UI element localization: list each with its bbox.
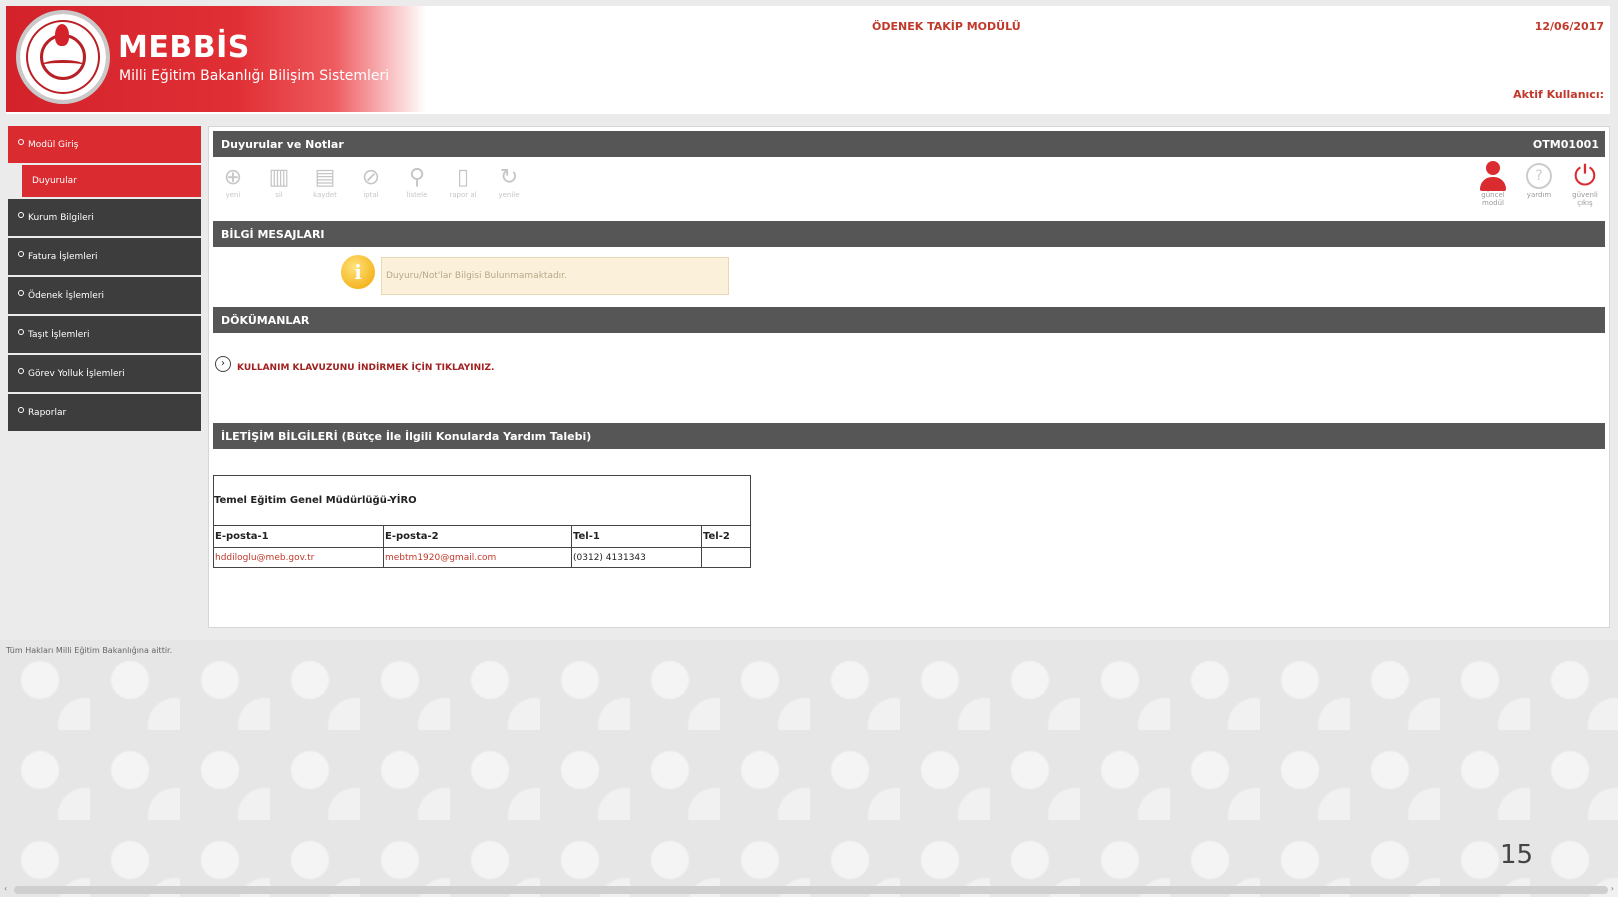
- sidebar: Modül Giriş Duyurular Kurum Bilgileri Fa…: [8, 126, 201, 433]
- help-button[interactable]: ? yardım: [1523, 161, 1555, 207]
- sidebar-item-odenek-islemleri[interactable]: Ödenek İşlemleri: [8, 277, 201, 314]
- bullet-icon: [18, 138, 24, 145]
- sidebar-item-modul-giris[interactable]: Modül Giriş: [8, 126, 201, 163]
- save-button[interactable]: ▤ kaydet: [311, 165, 339, 213]
- list-button[interactable]: ⚲ listele: [403, 165, 431, 213]
- email-1-link[interactable]: hddiloglu@meb.gov.tr: [213, 547, 384, 568]
- sidebar-item-tasit-islemleri[interactable]: Taşıt İşlemleri: [8, 316, 201, 353]
- toolbar-label: listele: [406, 191, 428, 199]
- contact-title: Temel Eğitim Genel Müdürlüğü-YİRO: [213, 475, 751, 526]
- header: MEBBİS Milli Eğitim Bakanlığı Bilişim Si…: [6, 6, 1610, 114]
- active-user-label: Aktif Kullanıcı:: [1513, 88, 1604, 101]
- bullet-icon: [18, 289, 24, 296]
- help-icon: ?: [1526, 163, 1552, 189]
- right-tool-label: güncel modül: [1481, 191, 1505, 207]
- sidebar-item-gorev-yolluk[interactable]: Görev Yolluk İşlemleri: [8, 355, 201, 392]
- manual-download-link[interactable]: › KULLANIM KLAVUZUNU İNDİRMEK İÇİN TIKLA…: [215, 355, 494, 373]
- brand-subtitle: Milli Eğitim Bakanlığı Bilişim Sistemler…: [119, 68, 390, 84]
- sidebar-item-label: Taşıt İşlemleri: [28, 329, 90, 340]
- user-module-button[interactable]: güncel modül: [1477, 161, 1509, 207]
- module-title: ÖDENEK TAKİP MODÜLÜ: [872, 20, 1021, 33]
- delete-icon: ▥: [268, 165, 290, 190]
- info-section-bar: BİLGİ MESAJLARI: [213, 221, 1605, 247]
- right-tool-label: güvenli çıkış: [1572, 191, 1598, 207]
- sidebar-item-label: Görev Yolluk İşlemleri: [28, 368, 125, 379]
- table-row: hddiloglu@meb.gov.tr mebtm1920@gmail.com…: [213, 547, 751, 568]
- contact-section-bar: İLETİŞİM BİLGİLERİ (Bütçe İle İlgili Kon…: [213, 423, 1605, 449]
- column-header: Tel-2: [701, 525, 751, 548]
- info-message: Duyuru/Not'lar Bilgisi Bulunmamaktadır.: [381, 257, 729, 295]
- phone-1: (0312) 4131343: [571, 547, 702, 568]
- sidebar-item-label: Ödenek İşlemleri: [28, 290, 105, 301]
- bullet-icon: [18, 328, 24, 335]
- background-pattern: [0, 640, 1618, 897]
- sidebar-item-label: Duyurular: [32, 176, 77, 186]
- main-panel: Duyurular ve Notlar OTM01001 ⊕ yeni ▥ si…: [208, 126, 1610, 628]
- toolbar: ⊕ yeni ▥ sil ▤ kaydet ⊘ iptal ⚲ listele …: [219, 165, 523, 213]
- logo-band: MEBBİS Milli Eğitim Bakanlığı Bilişim Si…: [6, 6, 426, 112]
- power-icon: ⏻: [1573, 159, 1597, 192]
- user-icon: [1480, 161, 1506, 191]
- sidebar-item-duyurular[interactable]: Duyurular: [22, 165, 201, 197]
- bullet-icon: [18, 211, 24, 218]
- right-tool-label: yardım: [1526, 191, 1552, 199]
- brand-title: MEBBİS: [118, 30, 250, 65]
- right-toolbar: güncel modül ? yardım ⏻ güvenli çıkış: [1477, 161, 1601, 207]
- column-header: Tel-1: [571, 525, 702, 548]
- scroll-right-arrow-icon[interactable]: ›: [1611, 884, 1614, 893]
- sidebar-item-label: Raporlar: [28, 407, 67, 418]
- save-icon: ▤: [314, 165, 336, 190]
- bullet-icon: [18, 250, 24, 257]
- phone-2: [701, 547, 751, 568]
- sidebar-item-kurum-bilgileri[interactable]: Kurum Bilgileri: [8, 199, 201, 236]
- panel-code: OTM01001: [1532, 137, 1599, 151]
- chevron-right-icon: ›: [215, 356, 231, 372]
- toolbar-label: iptal: [363, 191, 379, 199]
- ministry-seal-icon: [16, 10, 110, 104]
- new-button[interactable]: ⊕ yeni: [219, 165, 247, 213]
- manual-download-text: KULLANIM KLAVUZUNU İNDİRMEK İÇİN TIKLAYI…: [237, 363, 495, 373]
- add-icon: ⊕: [223, 165, 243, 190]
- toolbar-label: rapor al: [449, 191, 477, 199]
- panel-title: Duyurular ve Notlar: [221, 137, 344, 151]
- page-number: 15: [1500, 840, 1534, 870]
- report-button[interactable]: ▯ rapor al: [449, 165, 477, 213]
- report-icon: ▯: [456, 165, 470, 190]
- email-2-link[interactable]: mebtm1920@gmail.com: [383, 547, 572, 568]
- sidebar-item-label: Fatura İşlemleri: [28, 251, 98, 262]
- scroll-left-arrow-icon[interactable]: ‹: [4, 884, 7, 893]
- docs-section-bar: DÖKÜMANLAR: [213, 307, 1605, 333]
- sidebar-item-label: Modül Giriş: [28, 139, 79, 150]
- info-icon: i: [341, 255, 375, 289]
- toolbar-label: sil: [275, 191, 283, 199]
- toolbar-label: yeni: [225, 191, 241, 199]
- logout-button[interactable]: ⏻ güvenli çıkış: [1569, 159, 1601, 208]
- horizontal-scrollbar[interactable]: [14, 886, 1608, 894]
- toolbar-label: yenile: [498, 191, 520, 199]
- bullet-icon: [18, 406, 24, 413]
- delete-button[interactable]: ▥ sil: [265, 165, 293, 213]
- column-header: E-posta-1: [213, 525, 384, 548]
- column-header: E-posta-2: [383, 525, 572, 548]
- current-date: 12/06/2017: [1534, 20, 1604, 33]
- contact-table: Temel Eğitim Genel Müdürlüğü-YİRO E-post…: [213, 475, 751, 568]
- refresh-button[interactable]: ↻ yenile: [495, 165, 523, 213]
- panel-title-bar: Duyurular ve Notlar OTM01001: [213, 131, 1605, 157]
- search-icon: ⚲: [408, 165, 426, 190]
- bullet-icon: [18, 367, 24, 374]
- info-section-title: BİLGİ MESAJLARI: [221, 227, 325, 241]
- contact-section-title: İLETİŞİM BİLGİLERİ (Bütçe İle İlgili Kon…: [221, 429, 592, 443]
- cancel-button[interactable]: ⊘ iptal: [357, 165, 385, 213]
- refresh-icon: ↻: [499, 165, 519, 190]
- toolbar-label: kaydet: [313, 191, 337, 199]
- sidebar-item-label: Kurum Bilgileri: [28, 212, 94, 223]
- sidebar-item-fatura-islemleri[interactable]: Fatura İşlemleri: [8, 238, 201, 275]
- sidebar-item-raporlar[interactable]: Raporlar: [8, 394, 201, 431]
- docs-section-title: DÖKÜMANLAR: [221, 313, 310, 327]
- copyright-text: Tüm Hakları Milli Eğitim Bakanlığına ait…: [6, 646, 173, 655]
- cancel-icon: ⊘: [361, 165, 381, 190]
